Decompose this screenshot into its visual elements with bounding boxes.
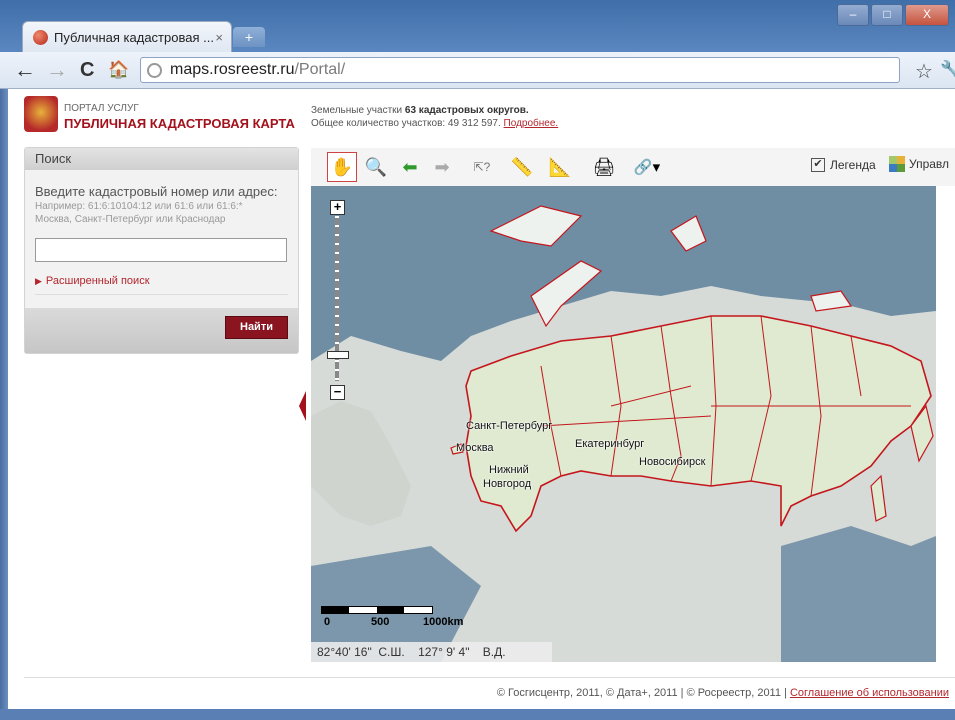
grid-icon	[889, 156, 905, 172]
identify-tool-icon[interactable]: ⇱?	[467, 152, 497, 182]
zoom-tool-icon[interactable]: 🔍	[361, 152, 391, 182]
legend-checkbox[interactable]: ✔	[811, 158, 825, 172]
close-window-button[interactable]: X	[905, 4, 949, 26]
land-info: Земельные участки 63 кадастровых округов…	[311, 105, 529, 116]
url-host: maps.rosreestr.ru	[170, 61, 295, 78]
portal-title[interactable]: ПУБЛИЧНАЯ КАДАСТРОВАЯ КАРТА	[64, 116, 295, 131]
scale-label: 500	[371, 616, 390, 628]
find-button[interactable]: Найти	[225, 316, 288, 339]
reload-icon[interactable]: C	[80, 58, 94, 82]
legend-toggle[interactable]: ✔ Легенда	[811, 158, 876, 172]
search-example: Например: 61:6:10104:12 или 61:6 или 61:…	[35, 201, 243, 212]
browser-toolbar: ← → C 🏠 maps.rosreestr.ru/Portal/ ☆ 🔧	[0, 52, 955, 89]
manage-label: Управл	[909, 157, 950, 171]
zoom-slider-handle[interactable]	[327, 351, 349, 359]
advanced-search-link[interactable]: ▶ Расширенный поиск	[35, 275, 150, 287]
maximize-button[interactable]: □	[871, 4, 903, 26]
footer-divider	[24, 677, 955, 678]
measure-area-icon[interactable]: 📐	[545, 152, 575, 182]
city-label: Новосибирск	[639, 456, 706, 468]
manage-layers-button[interactable]: Управл	[889, 156, 949, 172]
url-path: /Portal/	[294, 61, 346, 78]
collapse-panel-handle[interactable]	[299, 391, 306, 421]
forward-icon[interactable]: →	[46, 58, 68, 82]
address-bar[interactable]: maps.rosreestr.ru/Portal/	[140, 57, 900, 83]
cadastral-map[interactable]: + − Санкт-Петербург Москва Нижний Новгор…	[311, 186, 936, 662]
zoom-in-button[interactable]: +	[330, 200, 345, 215]
scale-label: 0	[324, 616, 331, 628]
city-label: Новгород	[483, 478, 532, 490]
coat-of-arms-logo	[24, 96, 58, 132]
search-input[interactable]	[35, 238, 287, 262]
home-icon[interactable]: 🏠	[108, 58, 129, 82]
page-content: ПОРТАЛ УСЛУГ ПУБЛИЧНАЯ КАДАСТРОВАЯ КАРТА…	[8, 89, 955, 709]
details-link[interactable]: Подробнее.	[504, 118, 559, 129]
triangle-right-icon: ▶	[35, 276, 42, 286]
city-label: Екатеринбург	[575, 438, 645, 450]
window-bottom-border	[0, 709, 955, 720]
search-example-cities: Москва, Санкт-Петербург или Краснодар	[35, 214, 226, 225]
new-tab-button[interactable]: +	[233, 27, 265, 47]
tab-title: Публичная кадастровая ...	[54, 29, 214, 45]
legend-label: Легенда	[830, 158, 876, 172]
back-icon[interactable]: ←	[14, 58, 36, 82]
coordinates-readout: 82°40' 16" С.Ш. 127° 9' 4" В.Д.	[311, 642, 552, 662]
scale-label: 1000km	[423, 616, 464, 628]
page-info-icon[interactable]	[147, 62, 162, 78]
parcel-count: Общее количество участков: 49 312 597. П…	[311, 118, 559, 129]
map-basemap	[311, 186, 936, 662]
pan-tool-icon[interactable]: ✋	[327, 152, 357, 182]
search-hint: Введите кадастровый номер или адрес:	[35, 184, 278, 199]
copyright-footer: © Госгисцентр, 2011, © Дата+, 2011 | © Р…	[496, 687, 949, 699]
city-label: Москва	[456, 442, 494, 454]
browser-titlebar: Публичная кадастровая ... × + – □ X	[0, 0, 955, 52]
search-panel-footer: Найти	[25, 308, 298, 353]
window-controls: – □ X	[837, 4, 949, 26]
scale-bar	[321, 606, 433, 614]
window-left-border	[0, 89, 8, 720]
zoom-out-button[interactable]: −	[330, 385, 345, 400]
next-extent-icon[interactable]: ➡	[427, 152, 457, 182]
tab-close-icon[interactable]: ×	[215, 30, 223, 45]
divider	[35, 294, 288, 295]
measure-length-icon[interactable]: 📏	[507, 152, 537, 182]
city-label: Санкт-Петербург	[466, 420, 553, 432]
link-icon[interactable]: 🔗▾	[627, 152, 667, 182]
search-panel-header: Поиск	[25, 148, 298, 170]
site-favicon-icon	[33, 29, 48, 45]
bookmark-star-icon[interactable]: ☆	[915, 59, 933, 84]
wrench-menu-icon[interactable]: 🔧	[940, 60, 955, 80]
browser-tab[interactable]: Публичная кадастровая ... ×	[22, 21, 232, 52]
minimize-button[interactable]: –	[837, 4, 869, 26]
previous-extent-icon[interactable]: ⬅	[395, 152, 425, 182]
portal-subtitle: ПОРТАЛ УСЛУГ	[64, 103, 139, 114]
terms-link[interactable]: Соглашение об использовании	[790, 687, 949, 699]
print-icon[interactable]: 🖨	[589, 152, 619, 182]
map-toolbar: ✋ 🔍 ⬅ ➡ ⇱? 📏 📐 🖨 🔗▾ ✔ Легенда Управл	[311, 148, 955, 186]
search-panel: Поиск Введите кадастровый номер или адре…	[24, 147, 299, 354]
city-label: Нижний	[489, 464, 529, 476]
